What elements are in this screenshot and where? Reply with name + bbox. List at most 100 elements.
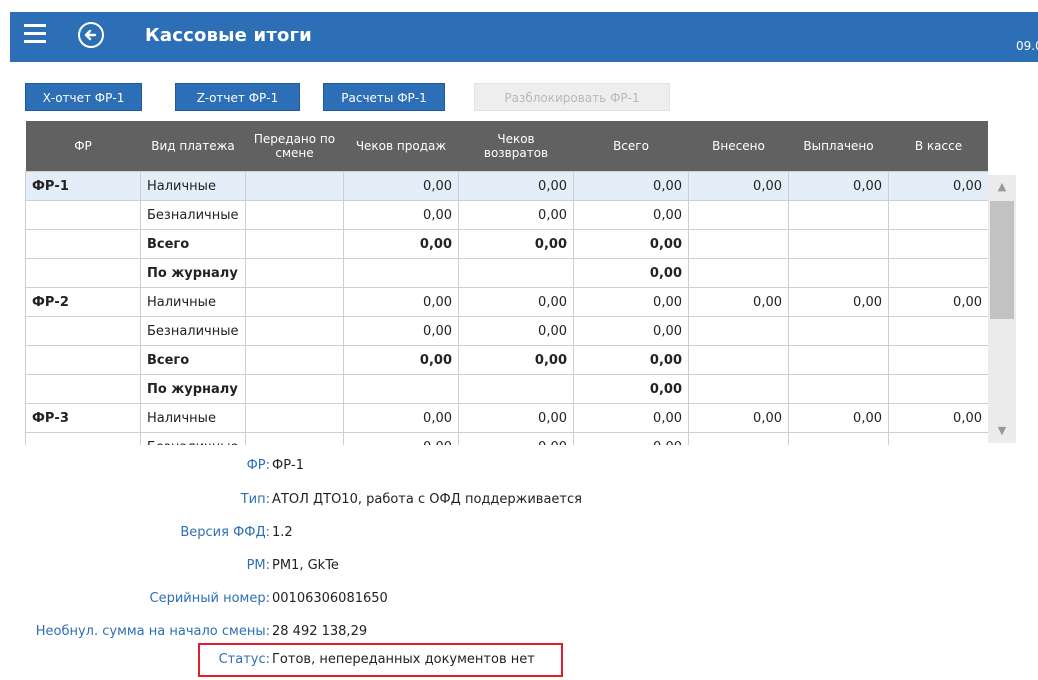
table-cell-type: Наличные [140,287,246,317]
table-cell-passed [245,258,344,288]
table-cell-type: Безналичные [140,316,246,346]
calc-button[interactable]: Расчеты ФР-1 [323,83,445,111]
table-cell-type: По журналу [140,374,246,404]
status-highlight [198,643,563,677]
table-cell-cash [888,200,988,230]
table-cell-total: 0,00 [573,432,689,445]
menu-icon[interactable] [24,24,46,46]
table-row[interactable]: По журналу 0,00 [25,258,988,288]
table-cell-out [788,316,889,346]
table-cell-sales: 0,00 [343,432,459,445]
table-cell-out: 0,00 [788,287,889,317]
table-row[interactable]: По журналу 0,00 [25,374,988,404]
table-cell-in [688,345,789,375]
detail-ffd-label: Версия ФФД: [180,525,270,540]
table-cell-in [688,258,789,288]
table-cell-out [788,200,889,230]
detail-type-value: АТОЛ ДТО10, работа с ОФД поддерживается [272,492,582,507]
table-cell-type: Всего [140,229,246,259]
x-report-button[interactable]: Х-отчет ФР-1 [25,83,142,111]
table-cell-cash: 0,00 [888,403,988,433]
detail-sum-value: 28 492 138,29 [272,624,368,639]
detail-ffd-value: 1.2 [272,525,293,540]
table-cell-total: 0,00 [573,316,689,346]
table-row[interactable]: Безналичные0,000,000,00 [25,432,988,445]
table-cell-fr [25,374,141,404]
table-cell-type: Безналичные [140,200,246,230]
table-row[interactable]: ФР-3 Наличные 0,00 0,00 0,00 0,00 0,00 0,00 [25,403,988,433]
table-cell-passed [245,374,344,404]
table-row[interactable]: Всего 0,00 0,00 0,00 [25,345,988,375]
table-cell-passed [245,200,344,230]
table-cell-fr [25,229,141,259]
col-header: Чеков возвратов [458,121,574,172]
back-icon[interactable] [78,22,104,48]
table-cell-returns: 0,00 [458,432,574,445]
table-cell-cash: 0,00 [888,171,988,201]
table-cell-returns [458,258,574,288]
col-header: Выплачено [788,121,889,172]
table-cell-sales: 0,00 [343,316,459,346]
unlock-button[interactable]: Разблокировать ФР-1 [474,83,670,111]
table-header-row: ФР Вид платежа Передано по смене Чеков п… [25,121,988,172]
z-report-button[interactable]: Z-отчет ФР-1 [175,83,300,111]
table-cell-total: 0,00 [573,403,689,433]
table-cell-sales [343,374,459,404]
table-cell-cash [888,432,988,445]
table-cell-out: 0,00 [788,171,889,201]
table-cell-cash [888,316,988,346]
table-cell-type: Безналичные [140,432,246,445]
table-cell-in: 0,00 [688,287,789,317]
col-header: ФР [25,121,141,172]
table-cell-returns: 0,00 [458,171,574,201]
scroll-thumb[interactable] [990,201,1014,319]
table-cell-sales [343,258,459,288]
table-row[interactable]: Всего 0,00 0,00 0,00 [25,229,988,259]
table-cell-type: По журналу [140,258,246,288]
table-cell-sales: 0,00 [343,229,459,259]
table-cell-out [788,432,889,445]
table-cell-total: 0,00 [573,287,689,317]
table-scrollbar[interactable]: ▲ ▼ [988,175,1016,443]
table-cell-sales: 0,00 [343,403,459,433]
page-title: Кассовые итоги [145,25,312,46]
detail-serial-value: 00106306081650 [272,591,388,606]
table-cell-passed [245,345,344,375]
table-cell-returns: 0,00 [458,403,574,433]
table-cell-returns: 0,00 [458,345,574,375]
table-cell-sales: 0,00 [343,345,459,375]
scroll-up-icon[interactable]: ▲ [988,175,1016,199]
table-cell-fr: ФР-2 [25,287,141,317]
table-cell-out: 0,00 [788,403,889,433]
col-header: Внесено [688,121,789,172]
table-cell-sales: 0,00 [343,287,459,317]
table-cell-fr [25,316,141,346]
table-cell-passed [245,316,344,346]
table-row[interactable]: Безналичные0,000,000,00 [25,200,988,230]
table-cell-total: 0,00 [573,200,689,230]
table-cell-fr: ФР-1 [25,171,141,201]
detail-rm-value: РМ1, GkTe [272,558,339,573]
table-cell-total: 0,00 [573,171,689,201]
scroll-down-icon[interactable]: ▼ [988,419,1016,443]
table-cell-in [688,432,789,445]
table-cell-cash [888,374,988,404]
table-row[interactable]: ФР-1 Наличные 0,00 0,00 0,00 0,00 0,00 0,00 [25,171,988,201]
totals-table: ФР Вид платежа Передано по смене Чеков п… [25,121,988,445]
table-cell-returns: 0,00 [458,316,574,346]
table-cell-cash [888,345,988,375]
table-cell-passed [245,229,344,259]
col-header: Передано по смене [245,121,344,172]
table-cell-cash [888,229,988,259]
table-row[interactable]: ФР-2 Наличные 0,00 0,00 0,00 0,00 0,00 0,00 [25,287,988,317]
table-cell-passed [245,171,344,201]
table-cell-in: 0,00 [688,403,789,433]
table-cell-returns: 0,00 [458,200,574,230]
table-cell-out [788,345,889,375]
table-cell-out [788,258,889,288]
table-cell-fr: ФР-3 [25,403,141,433]
clock-text: 09.0 [1016,39,1038,53]
table-row[interactable]: Безналичные0,000,000,00 [25,316,988,346]
table-cell-sales: 0,00 [343,200,459,230]
table-cell-in: 0,00 [688,171,789,201]
